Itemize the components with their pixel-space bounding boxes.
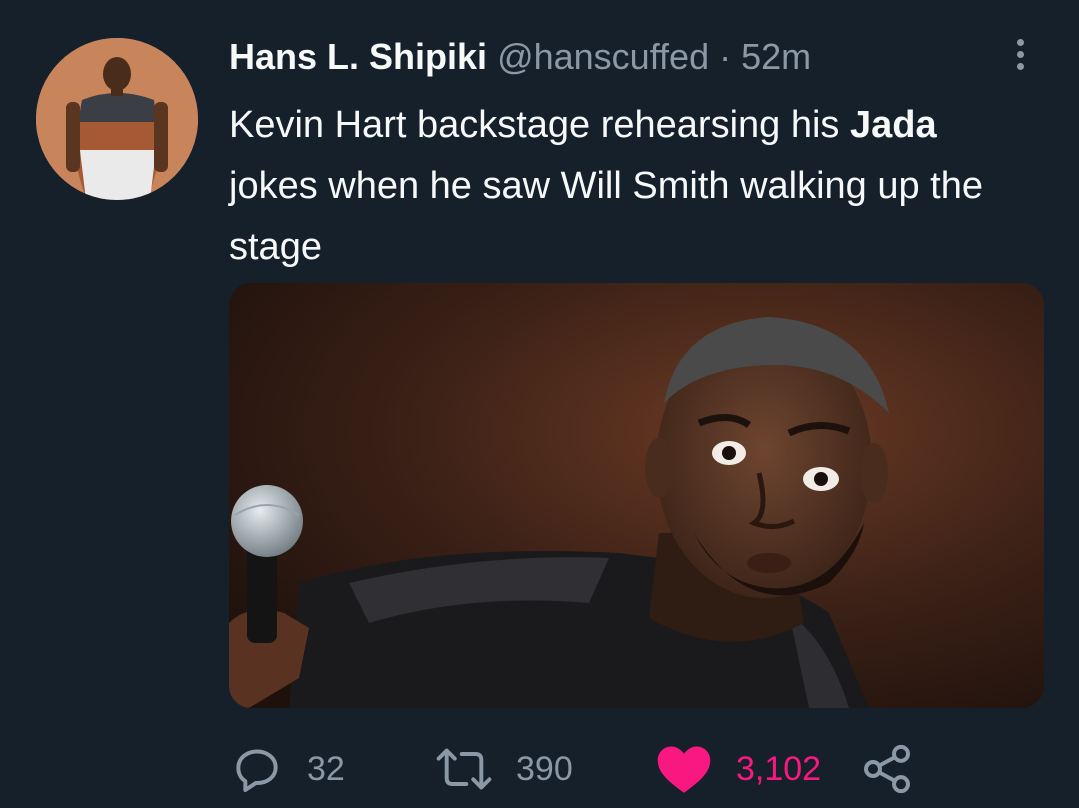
tweet-text-bold: Jada — [850, 104, 937, 146]
share-button[interactable] — [859, 740, 915, 798]
retweet-icon — [436, 748, 492, 790]
tweet-text-part1: Kevin Hart backstage rehearsing his — [229, 104, 840, 146]
like-heart-icon — [657, 746, 711, 793]
tweet-header: Hans L. Shipiki @hanscuffed · 52m — [229, 36, 811, 78]
reply-count: 32 — [307, 749, 345, 788]
separator-dot: · — [719, 36, 732, 77]
share-icon — [864, 744, 910, 794]
tweet-media-image[interactable] — [229, 283, 1044, 708]
tweet-text-part2: jokes when he saw Will Smith walking up … — [229, 165, 984, 268]
retweet-count: 390 — [516, 749, 573, 788]
author-handle[interactable]: @hanscuffed — [497, 36, 709, 77]
retweet-button[interactable]: 390 — [434, 740, 573, 798]
like-button[interactable]: 3,102 — [654, 740, 821, 798]
tweet-text: Kevin Hart backstage rehearsing his Jada… — [229, 95, 1009, 278]
author-avatar[interactable] — [36, 38, 198, 200]
tweet-timestamp[interactable]: 52m — [741, 36, 811, 77]
tweet[interactable]: Hans L. Shipiki @hanscuffed · 52m Kevin … — [0, 0, 1079, 808]
reply-button[interactable]: 32 — [229, 740, 345, 798]
like-count: 3,102 — [736, 749, 822, 788]
more-options-icon[interactable] — [1002, 34, 1038, 74]
tweet-actions: 32 390 3,102 — [229, 740, 1029, 798]
reply-icon — [236, 749, 278, 792]
author-name[interactable]: Hans L. Shipiki — [229, 36, 487, 77]
